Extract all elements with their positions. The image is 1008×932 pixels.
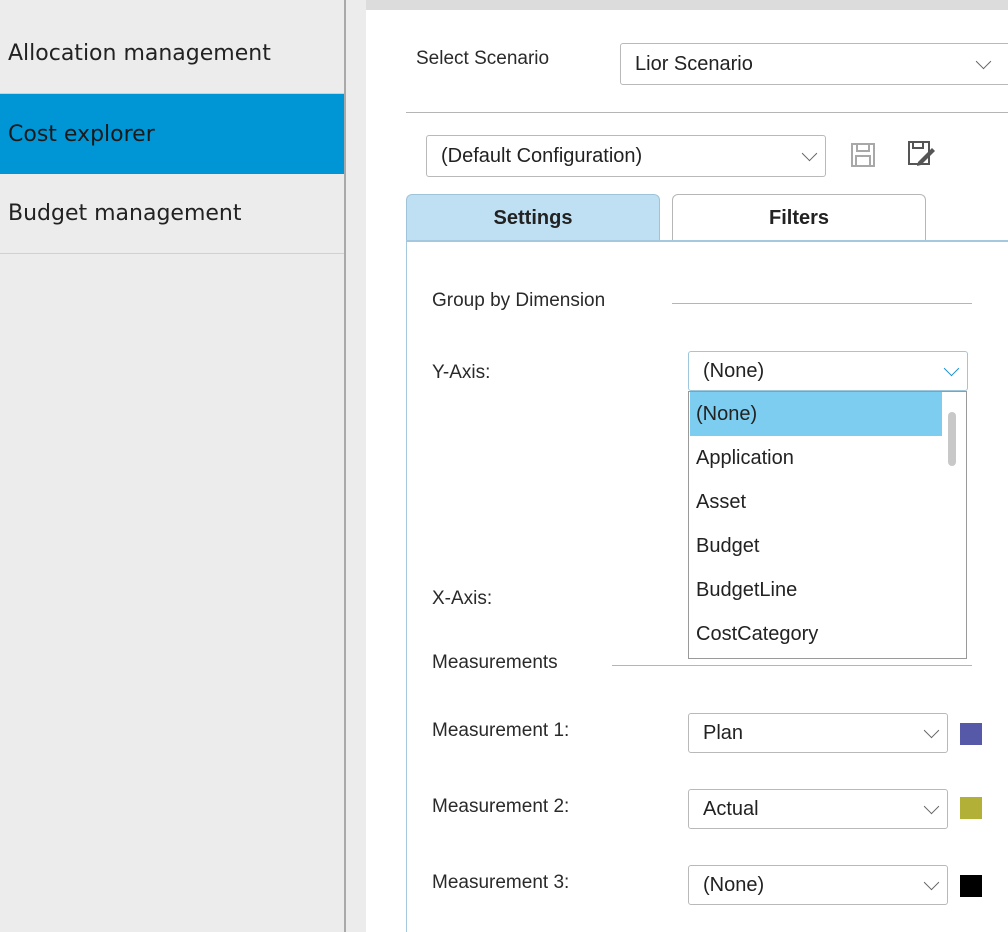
measurement-2-select[interactable]: Actual [688, 789, 948, 829]
sidebar-item-allocation-management[interactable]: Allocation management [0, 14, 344, 94]
tab-filters[interactable]: Filters [672, 194, 926, 242]
measurement-1-select[interactable]: Plan [688, 713, 948, 753]
y-axis-option-costcategory[interactable]: CostCategory [690, 612, 942, 656]
chevron-down-icon [923, 798, 940, 815]
sidebar-nav: Allocation management Cost explorer Budg… [0, 0, 346, 932]
y-axis-dropdown-list: (None) Application Asset Budget BudgetLi… [688, 391, 967, 659]
configuration-select[interactable]: (Default Configuration) [426, 135, 826, 177]
scenario-select[interactable]: Lior Scenario [620, 43, 1008, 85]
chevron-down-icon [943, 360, 960, 377]
sidebar-top-strip [0, 0, 344, 12]
chevron-down-icon [923, 722, 940, 739]
group-by-section-title: Group by Dimension [432, 290, 606, 311]
option-label: Application [696, 446, 794, 469]
chevron-down-icon [923, 874, 940, 891]
splitter-gutter [346, 0, 366, 932]
configuration-select-value: (Default Configuration) [441, 144, 643, 167]
measurement-2-label: Measurement 2: [432, 796, 570, 817]
measurements-section-title: Measurements [432, 652, 558, 673]
x-axis-label: X-Axis: [432, 588, 493, 609]
y-axis-label: Y-Axis: [432, 362, 491, 383]
measurement-1-label: Measurement 1: [432, 720, 570, 741]
sidebar-item-label: Cost explorer [8, 121, 155, 147]
select-scenario-label: Select Scenario [416, 48, 550, 69]
y-axis-option-none[interactable]: (None) [690, 392, 942, 436]
y-axis-option-budgetline[interactable]: BudgetLine [690, 568, 942, 612]
option-label: BudgetLine [696, 578, 798, 601]
tab-label: Settings [493, 207, 573, 229]
measurement-1-value: Plan [703, 721, 744, 744]
measurement-1-color-swatch[interactable] [960, 723, 982, 745]
tab-label: Filters [768, 207, 830, 229]
group-by-divider [672, 303, 972, 304]
y-axis-option-application[interactable]: Application [690, 436, 942, 480]
chevron-down-icon [975, 53, 992, 70]
sidebar-item-label: Allocation management [8, 41, 271, 66]
measurement-2-value: Actual [703, 797, 759, 820]
option-label: (None) [696, 402, 758, 425]
y-axis-option-asset[interactable]: Asset [690, 480, 942, 524]
sidebar-item-cost-explorer[interactable]: Cost explorer [0, 94, 344, 174]
scenario-select-value: Lior Scenario [635, 52, 753, 75]
sidebar-item-budget-management[interactable]: Budget management [0, 174, 344, 254]
measurement-2-color-swatch[interactable] [960, 797, 982, 819]
dropdown-scrollbar-thumb[interactable] [948, 412, 956, 466]
measurement-3-value: (None) [703, 873, 765, 896]
option-label: CostCategory [696, 622, 819, 645]
measurement-3-select[interactable]: (None) [688, 865, 948, 905]
tab-settings[interactable]: Settings [406, 194, 660, 242]
measurements-divider [612, 665, 972, 666]
option-label: Asset [696, 490, 747, 513]
sidebar-item-label: Budget management [8, 201, 242, 226]
chevron-down-icon [801, 145, 818, 162]
save-as-icon[interactable] [906, 138, 936, 168]
header-divider [406, 112, 1008, 113]
y-axis-select-value: (None) [703, 359, 765, 382]
top-strip [366, 0, 1008, 10]
measurement-3-label: Measurement 3: [432, 872, 570, 893]
option-label: Budget [696, 534, 760, 557]
save-icon[interactable] [848, 140, 878, 170]
y-axis-option-budget[interactable]: Budget [690, 524, 942, 568]
y-axis-select[interactable]: (None) [688, 351, 968, 391]
measurement-3-color-swatch[interactable] [960, 875, 982, 897]
